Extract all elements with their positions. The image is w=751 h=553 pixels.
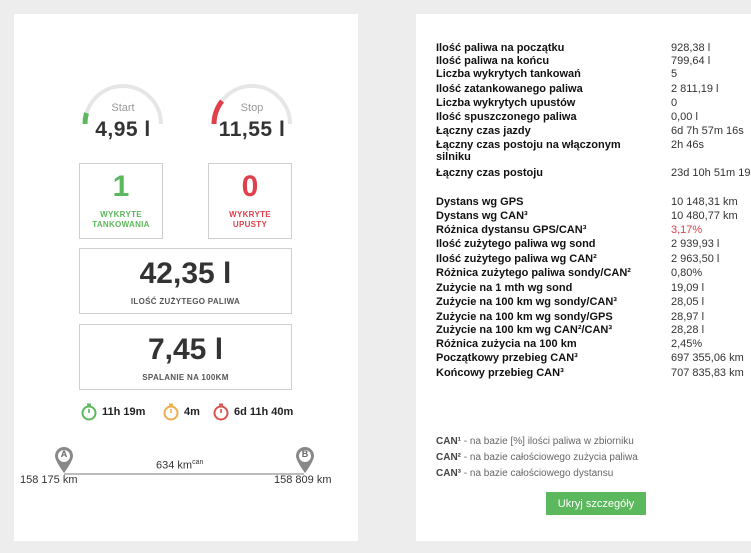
drain-count: 0: [241, 170, 259, 203]
stat-label: Zużycie na 100 km wg sondy/CAN³: [436, 296, 617, 308]
route-start-km: 158 175 km: [20, 474, 78, 486]
refuel-caption-line1: WYKRYTE: [100, 210, 142, 219]
fuel-used-box: 42,35 l ILOŚĆ ZUŻYTEGO PALIWA: [79, 248, 292, 314]
footnote-can3: CAN³ - na bazie całościowego dystansu: [436, 468, 613, 479]
start-gauge-value: 4,95 l: [95, 118, 151, 141]
stat-label: Dystans wg CAN³: [436, 210, 528, 222]
stat-label: Zużycie na 1 mth wg sond: [436, 282, 573, 294]
stopwatch-icon: [81, 403, 97, 421]
stop-gauge-label: Stop: [240, 102, 264, 114]
stopwatch-icon: [163, 403, 179, 421]
route-end-km: 158 809 km: [274, 474, 332, 486]
stat-value: 799,64 l: [671, 55, 711, 67]
stat-label: Łączny czas postoju: [436, 167, 543, 179]
stat-label: Łączny czas postoju na włączonym silniku: [436, 139, 621, 163]
footnote-can1-text: - na bazie [%] ilości paliwa w zbiorniku: [461, 436, 634, 447]
stop-time-value: 6d 11h 40m: [234, 406, 294, 418]
footnote-can2-text: - na bazie całościowego zużycia paliwa: [461, 452, 638, 463]
fuel-used-value: 42,35 l: [139, 257, 232, 290]
stat-value: 2 939,93 l: [671, 238, 720, 250]
stat-value: 0,80%: [671, 267, 703, 279]
stat-label: Początkowy przebieg CAN³: [436, 352, 578, 364]
footnote-can1: CAN¹ - na bazie [%] ilości paliwa w zbio…: [436, 436, 634, 447]
stat-value: 3,17%: [671, 224, 703, 236]
stat-label: Różnica dystansu GPS/CAN³: [436, 224, 587, 236]
stat-label: Zużycie na 100 km wg sondy/GPS: [436, 311, 613, 323]
stat-value: 2,45%: [671, 338, 703, 350]
stat-value: 10 480,77 km: [671, 210, 738, 222]
stat-value: 28,05 l: [671, 296, 705, 308]
stat-label: Liczba wykrytych upustów: [436, 97, 576, 109]
stat-value: 0: [671, 97, 678, 109]
route-distance: 634 kmcan: [156, 459, 203, 472]
refuel-count-box[interactable]: 1 WYKRYTE TANKOWANIA: [79, 163, 163, 239]
stop-time: 6d 11h 40m: [212, 403, 293, 421]
drain-caption-line1: WYKRYTE: [229, 210, 271, 219]
footnote-can2: CAN² - na bazie całościowego zużycia pal…: [436, 452, 638, 463]
stat-label: Ilość zużytego paliwa wg sond: [436, 238, 596, 250]
stat-label: Ilość zużytego paliwa wg CAN²: [436, 253, 597, 265]
drain-caption-line2: UPUSTY: [232, 220, 268, 229]
stat-value: 19,09 l: [671, 282, 705, 294]
start-fuel-gauge: Start 4,95 l: [77, 78, 169, 158]
stat-label: Ilość paliwa na końcu: [436, 55, 550, 67]
stop-fuel-gauge: Stop 11,55 l: [206, 78, 298, 158]
idle-time-value: 4m: [184, 406, 200, 418]
route-start-letter: A: [60, 449, 68, 459]
footnote-can3-text: - na bazie całościowego dystansu: [461, 468, 614, 479]
stat-value: 2 963,50 l: [671, 253, 720, 265]
refuel-caption-line2: TANKOWANIA: [92, 220, 150, 229]
stopwatch-icon: [213, 403, 229, 421]
stat-label: Różnica zużytego paliwa sondy/CAN²: [436, 267, 631, 279]
stat-value: 5: [671, 68, 678, 80]
stat-value: 697 355,06 km: [671, 352, 744, 364]
footnote-can1-key: CAN¹: [436, 436, 461, 447]
route-end-letter: B: [301, 449, 309, 459]
route-distance-sup: can: [192, 459, 204, 466]
stat-value: 0,00 l: [671, 111, 698, 123]
stat-label: Liczba wykrytych tankowań: [436, 68, 581, 80]
stat-value: 28,97 l: [671, 311, 705, 323]
route-line: [64, 473, 304, 475]
route-distance-value: 634 km: [156, 459, 193, 472]
stat-label: Końcowy przebieg CAN³: [436, 367, 564, 379]
start-gauge-label: Start: [111, 102, 135, 114]
refuel-count: 1: [112, 170, 130, 203]
stat-label: Różnica zużycia na 100 km: [436, 338, 577, 350]
idle-time: 4m: [162, 403, 200, 421]
consumption-caption: SPALANIE NA 100KM: [142, 373, 229, 382]
hide-details-button[interactable]: Ukryj szczegóły: [546, 492, 646, 515]
drain-count-box[interactable]: 0 WYKRYTE UPUSTY: [208, 163, 292, 239]
footnote-can3-key: CAN³: [436, 468, 461, 479]
stat-label: Ilość paliwa na początku: [436, 42, 565, 54]
stat-label: Łączny czas jazdy: [436, 125, 531, 137]
stat-value: 2 811,19 l: [671, 83, 719, 95]
stat-value: 707 835,83 km: [671, 367, 744, 379]
consumption-value: 7,45 l: [147, 333, 224, 366]
stat-value: 23d 10h 51m 19s: [671, 167, 751, 179]
drive-time: 11h 19m: [80, 403, 145, 421]
stat-value: 928,38 l: [671, 42, 711, 54]
stat-label: Ilość zatankowanego paliwa: [436, 83, 583, 95]
stat-value: 28,28 l: [671, 324, 705, 336]
stat-value: 2h 46s: [671, 139, 705, 151]
consumption-box: 7,45 l SPALANIE NA 100KM: [79, 324, 292, 390]
stat-label: Ilość spuszczonego paliwa: [436, 111, 577, 123]
stat-value: 6d 7h 57m 16s: [671, 125, 744, 137]
stat-label: Zużycie na 100 km wg CAN²/CAN³: [436, 324, 613, 336]
stat-value: 10 148,31 km: [671, 196, 738, 208]
fuel-used-caption: ILOŚĆ ZUŻYTEGO PALIWA: [130, 297, 241, 306]
stop-gauge-value: 11,55 l: [218, 118, 286, 141]
footnote-can2-key: CAN²: [436, 452, 461, 463]
drive-time-value: 11h 19m: [102, 406, 146, 418]
stat-label: Dystans wg GPS: [436, 196, 524, 208]
